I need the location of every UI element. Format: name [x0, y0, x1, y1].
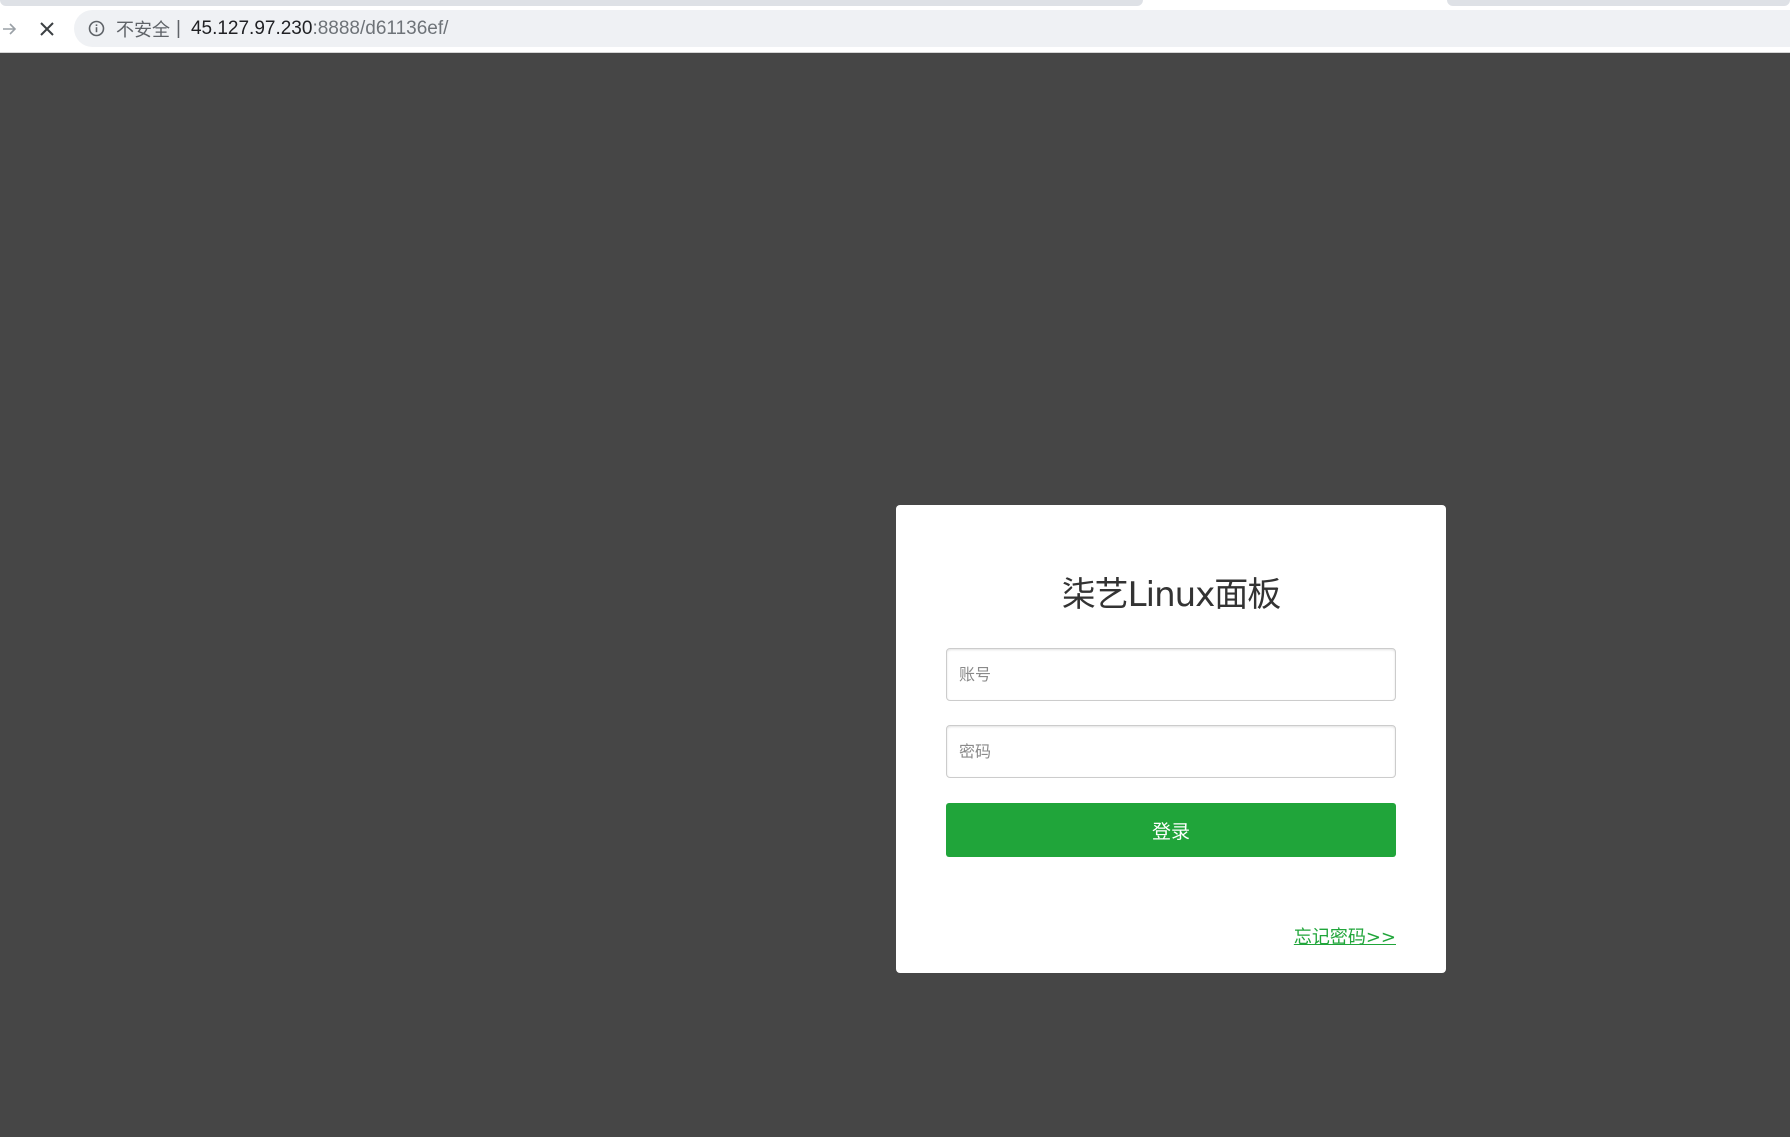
tab-strip: [0, 0, 1790, 7]
forgot-password-link[interactable]: 忘记密码>>: [1294, 923, 1396, 949]
close-icon[interactable]: [30, 14, 64, 44]
browser-tab[interactable]: [1447, 0, 1790, 6]
password-input[interactable]: [946, 725, 1396, 778]
login-button[interactable]: 登录: [946, 803, 1396, 857]
username-input[interactable]: [946, 648, 1396, 701]
forward-arrow-icon[interactable]: [0, 14, 18, 44]
info-icon[interactable]: [86, 19, 106, 39]
address-bar[interactable]: 不安全 | 45.127.97.230 :8888/d61136ef/: [74, 10, 1790, 47]
security-label[interactable]: 不安全: [116, 16, 170, 42]
browser-tab[interactable]: [0, 0, 1143, 6]
browser-chrome: 不安全 | 45.127.97.230 :8888/d61136ef/: [0, 0, 1790, 53]
login-card: 柒艺Linux面板 登录 忘记密码>>: [896, 505, 1446, 973]
url-path: :8888/d61136ef/: [312, 17, 449, 39]
url-host: 45.127.97.230: [190, 17, 313, 39]
panel-title: 柒艺Linux面板: [1061, 575, 1282, 615]
separator: |: [176, 17, 181, 39]
